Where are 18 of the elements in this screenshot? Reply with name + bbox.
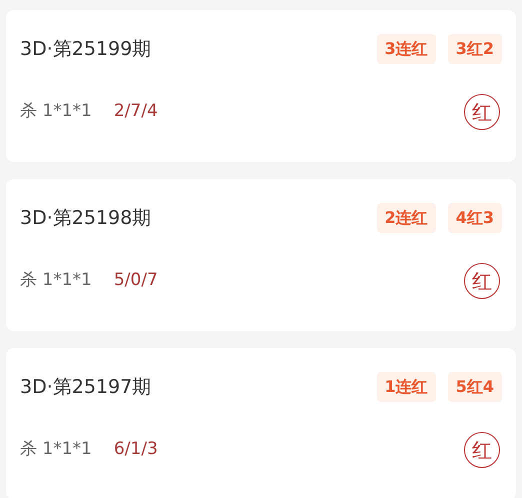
result-stamp: 红 (464, 432, 500, 468)
draw-numbers: 6/1/3 (114, 438, 158, 462)
result-tag: 4红3 (448, 203, 502, 233)
draw-numbers: 2/7/4 (114, 100, 158, 124)
result-stamp: 红 (464, 263, 500, 299)
issue-title: 3D·第25199期 (20, 36, 152, 62)
result-tag: 5红4 (448, 372, 502, 402)
draw-numbers: 5/0/7 (114, 269, 158, 292)
result-stamp: 红 (464, 94, 500, 130)
kill-label: 杀 1*1*1 (20, 438, 92, 462)
kill-label: 杀 1*1*1 (20, 269, 92, 292)
issue-title: 3D·第25198期 (20, 206, 152, 231)
result-tag: 3连红 (376, 34, 436, 64)
result-tag: 1连红 (376, 372, 436, 402)
issue-title: 3D·第25197期 (20, 374, 152, 400)
result-tag: 2连红 (376, 203, 436, 233)
kill-label: 杀 1*1*1 (20, 100, 92, 124)
result-tag: 3红2 (448, 34, 502, 64)
